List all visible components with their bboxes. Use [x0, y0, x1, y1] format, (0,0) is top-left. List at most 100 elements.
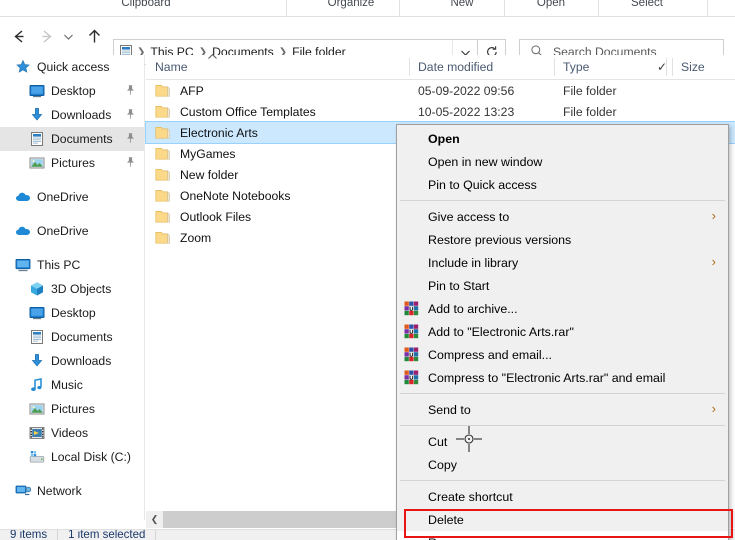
sidebar-item-label: Documents — [51, 132, 113, 146]
menu-item-rename[interactable]: Rename — [397, 531, 728, 540]
ribbon-group-organize: Organize — [327, 0, 375, 9]
forward-button[interactable] — [35, 25, 57, 47]
sidebar-item-local-disk-c[interactable]: Local Disk (C:) — [0, 445, 144, 469]
menu-item-compress-and-email[interactable]: Compress and email... — [397, 343, 728, 366]
file-name-cell[interactable]: Electronic Arts — [155, 122, 258, 143]
drive-icon — [28, 449, 45, 466]
ribbon-group-clipboard: Clipboard — [121, 0, 171, 9]
menu-item-cut[interactable]: Cut — [397, 430, 728, 453]
ribbon-separator — [286, 0, 287, 16]
column-divider[interactable] — [672, 58, 673, 76]
sidebar-item-onedrive[interactable]: OneDrive — [0, 219, 144, 243]
menu-item-label: Rename — [428, 536, 475, 540]
sidebar-item-onedrive[interactable]: OneDrive — [0, 185, 144, 209]
scroll-left-arrow-icon[interactable]: ❮ — [146, 511, 163, 528]
downloads-icon — [28, 353, 45, 370]
star-icon — [14, 59, 31, 76]
menu-item-open[interactable]: Open — [397, 127, 728, 150]
table-row[interactable]: AFP 05-09-2022 09:56 File folder — [146, 80, 735, 101]
menu-item-pin-to-start[interactable]: Pin to Start — [397, 274, 728, 297]
column-header-type[interactable]: Type — [554, 55, 589, 79]
pin-icon[interactable] — [124, 156, 136, 171]
chevron-right-icon: › — [711, 401, 716, 416]
sidebar-item-label: Quick access — [37, 60, 110, 74]
sidebar-item-music[interactable]: Music — [0, 373, 144, 397]
column-header-label: Type — [563, 60, 590, 74]
navigation-pane: Quick access Desktop Downloads Documents Pic… — [0, 55, 145, 520]
ribbon-strip: Clipboard Organize New Open Select — [0, 0, 735, 17]
file-name-cell[interactable]: MyGames — [155, 143, 236, 164]
column-header-label: Name — [155, 60, 188, 74]
sidebar-item-label: OneDrive — [37, 190, 89, 204]
folder-icon — [155, 230, 173, 246]
sidebar-item-documents[interactable]: Documents — [0, 127, 144, 151]
menu-item-give-access-to[interactable]: Give access to › — [397, 205, 728, 228]
sidebar-item-3d-objects[interactable]: 3D Objects — [0, 277, 144, 301]
folder-icon — [155, 167, 173, 183]
sidebar-item-downloads[interactable]: Downloads — [0, 349, 144, 373]
menu-item-include-in-library[interactable]: Include in library › — [397, 251, 728, 274]
table-row[interactable]: Custom Office Templates 10-05-2022 13:23 F… — [146, 101, 735, 122]
winrar-icon — [404, 301, 420, 317]
menu-item-compress-to-electronic-arts-rar-and-email[interactable]: Compress to "Electronic Arts.rar" and em… — [397, 366, 728, 389]
sidebar-item-label: OneDrive — [37, 224, 89, 238]
menu-item-add-to-archive[interactable]: Add to archive... — [397, 297, 728, 320]
menu-item-copy[interactable]: Copy — [397, 453, 728, 476]
folder-icon — [155, 209, 173, 225]
menu-item-restore-previous-versions[interactable]: Restore previous versions — [397, 228, 728, 251]
status-item-count: 9 items — [10, 529, 48, 540]
file-name-cell[interactable]: OneNote Notebooks — [155, 185, 290, 206]
file-name-cell[interactable]: Zoom — [155, 227, 211, 248]
ribbon-separator — [707, 0, 708, 16]
menu-item-label: Open — [428, 131, 460, 146]
column-header-date-modified[interactable]: Date modified — [409, 55, 493, 79]
music-icon — [28, 377, 45, 394]
file-name-cell[interactable]: AFP — [155, 80, 204, 101]
column-divider[interactable] — [409, 58, 410, 76]
sidebar-item-desktop[interactable]: Desktop — [0, 79, 144, 103]
column-checkmark-icon[interactable]: ✓ — [648, 55, 667, 79]
menu-item-delete[interactable]: Delete — [397, 508, 728, 531]
sidebar-item-label: Downloads — [51, 108, 112, 122]
sidebar-item-network[interactable]: Network — [0, 479, 144, 503]
sidebar-item-label: This PC — [37, 258, 81, 272]
sidebar-item-desktop[interactable]: Desktop — [0, 301, 144, 325]
column-header-name[interactable]: Name — [146, 53, 217, 79]
sidebar-item-downloads[interactable]: Downloads — [0, 103, 144, 127]
back-button[interactable] — [8, 25, 30, 47]
menu-item-pin-to-quick-access[interactable]: Pin to Quick access — [397, 173, 728, 196]
file-name-cell[interactable]: New folder — [155, 164, 238, 185]
file-name-cell[interactable]: Custom Office Templates — [155, 101, 316, 122]
column-header-size[interactable]: Size — [672, 55, 705, 79]
column-divider[interactable] — [554, 58, 555, 76]
menu-item-label: Open in new window — [428, 154, 543, 169]
sidebar-item-label: Local Disk (C:) — [51, 450, 131, 464]
menu-item-create-shortcut[interactable]: Create shortcut — [397, 485, 728, 508]
sidebar-item-this-pc[interactable]: This PC — [0, 253, 144, 277]
file-name-label: MyGames — [180, 146, 236, 161]
sidebar-item-label: Desktop — [51, 306, 96, 320]
recent-locations-button[interactable] — [60, 25, 76, 47]
file-name-cell[interactable]: Outlook Files — [155, 206, 251, 227]
sidebar-item-pictures[interactable]: Pictures — [0, 151, 144, 175]
sidebar-item-quick-access[interactable]: Quick access — [0, 55, 144, 79]
sidebar-item-label: Documents — [51, 330, 113, 344]
up-button[interactable] — [83, 25, 105, 47]
menu-item-add-to-electronic-arts-rar[interactable]: Add to "Electronic Arts.rar" — [397, 320, 728, 343]
pictures-icon — [28, 401, 45, 418]
winrar-icon — [404, 347, 420, 363]
sidebar-item-documents[interactable]: Documents — [0, 325, 144, 349]
ribbon-group-new: New — [450, 0, 474, 9]
menu-item-label: Compress to "Electronic Arts.rar" and em… — [428, 370, 666, 385]
sidebar-item-videos[interactable]: Videos — [0, 421, 144, 445]
pin-icon[interactable] — [124, 84, 136, 99]
pin-icon[interactable] — [124, 132, 136, 147]
menu-item-open-in-new-window[interactable]: Open in new window — [397, 150, 728, 173]
menu-item-send-to[interactable]: Send to › — [397, 398, 728, 421]
menu-item-label: Restore previous versions — [428, 232, 572, 247]
ribbon-separator — [504, 0, 505, 16]
downloads-icon — [28, 107, 45, 124]
sidebar-item-pictures[interactable]: Pictures — [0, 397, 144, 421]
winrar-icon — [404, 324, 420, 340]
pin-icon[interactable] — [124, 108, 136, 123]
